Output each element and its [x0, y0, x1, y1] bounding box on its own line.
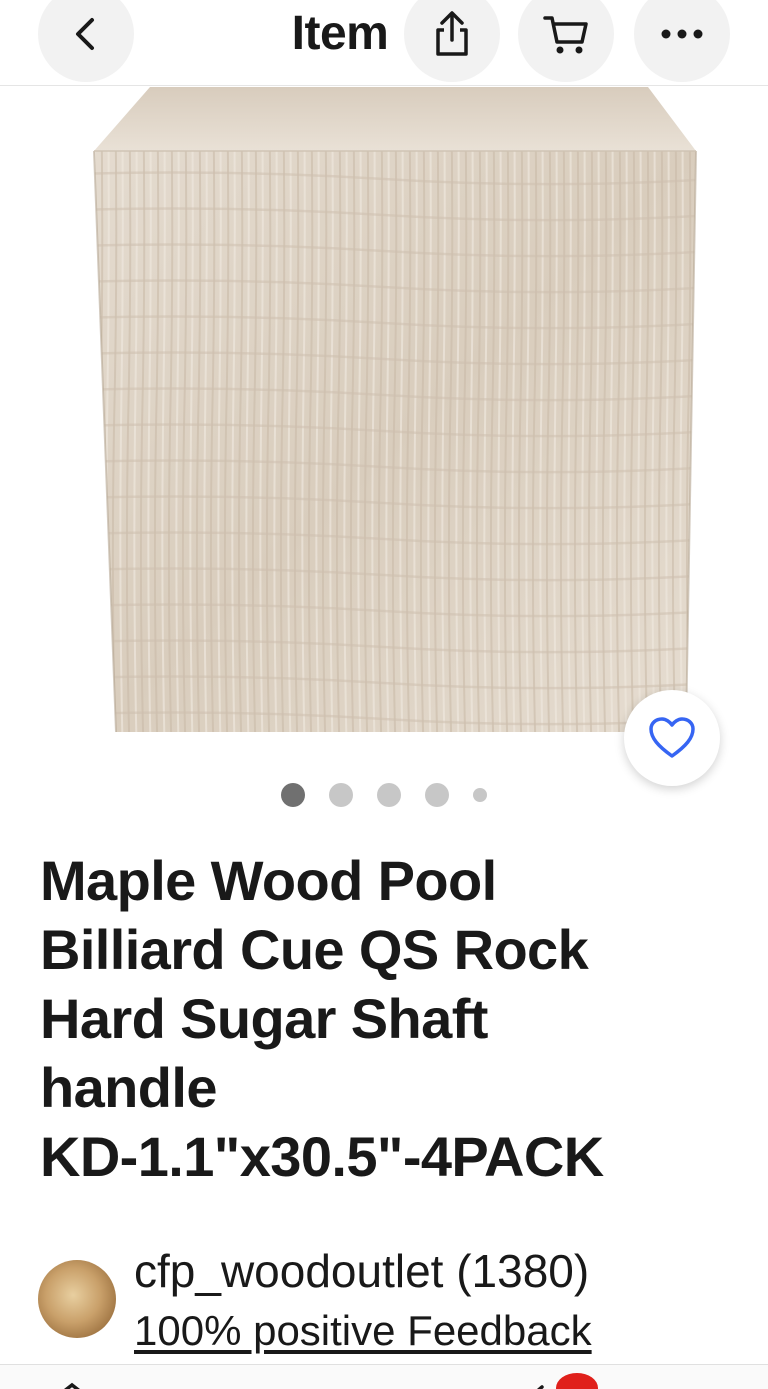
seller-info[interactable]: cfp_woodoutlet (1380) 100% positive Feed…: [0, 1240, 768, 1360]
cart-icon: [543, 16, 588, 54]
seller-feedback-link[interactable]: 100% positive Feedback: [134, 1306, 592, 1356]
product-image[interactable]: [0, 87, 768, 767]
product-title-line: KD-1.1"x30.5"-4PACK: [40, 1125, 604, 1188]
wood-block-image: [93, 87, 697, 733]
page-title: Item: [291, 7, 389, 60]
seller-avatar[interactable]: [38, 1260, 116, 1338]
selling-icon[interactable]: [664, 1379, 708, 1389]
carousel-dot-5[interactable]: [473, 788, 487, 802]
share-icon: [436, 11, 468, 56]
seller-name[interactable]: cfp_woodoutlet (1380): [134, 1244, 589, 1298]
back-button[interactable]: [38, 0, 134, 82]
product-title-line: Billiard Cue QS Rock: [40, 918, 589, 981]
cart-button[interactable]: [518, 0, 614, 82]
product-title-line: Maple Wood Pool: [40, 849, 497, 912]
product-title: Maple Wood Pool Billiard Cue QS Rock Har…: [40, 846, 730, 1191]
more-horizontal-icon: [661, 29, 703, 39]
profile-icon[interactable]: [358, 1379, 402, 1389]
bottom-action-bar: [0, 1364, 768, 1389]
chevron-left-icon: [76, 18, 94, 50]
more-options-button[interactable]: [634, 0, 730, 82]
carousel-dot-3[interactable]: [377, 783, 401, 807]
share-button[interactable]: [404, 0, 500, 82]
watch-button[interactable]: [624, 690, 720, 786]
carousel-dot-4[interactable]: [425, 783, 449, 807]
product-title-line: handle: [40, 1056, 217, 1119]
carousel-dot-2[interactable]: [329, 783, 353, 807]
search-icon[interactable]: [208, 1379, 252, 1389]
product-title-line: Hard Sugar Shaft: [40, 987, 488, 1050]
top-bar: Item: [0, 0, 768, 86]
home-icon[interactable]: [50, 1379, 94, 1389]
heart-icon: [649, 717, 695, 758]
image-carousel-indicator[interactable]: [0, 782, 768, 808]
carousel-dot-1[interactable]: [281, 783, 305, 807]
notification-badge: [556, 1373, 598, 1389]
